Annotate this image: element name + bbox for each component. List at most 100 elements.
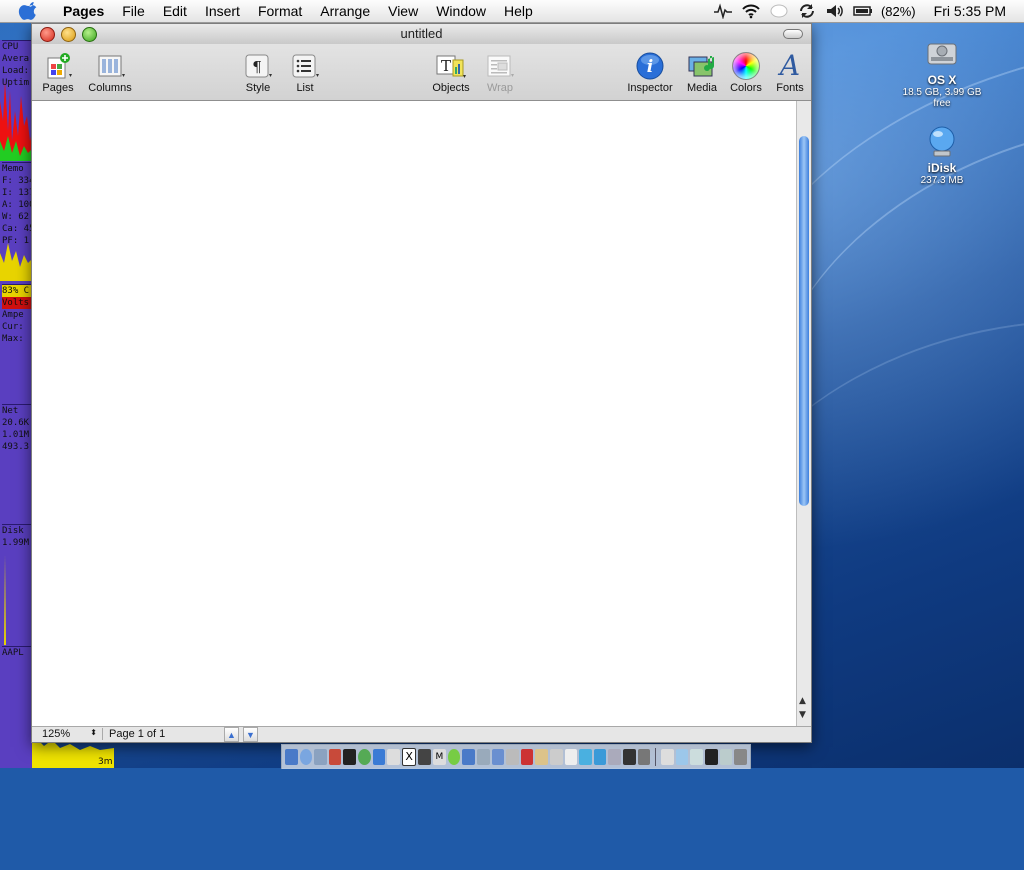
toolbar-pages-button[interactable]: Pages xyxy=(38,50,78,94)
dock-green-app-icon[interactable] xyxy=(447,749,461,765)
toolbar-media-button[interactable]: Media xyxy=(684,50,720,94)
toolbar-columns-button[interactable]: Columns xyxy=(82,50,138,94)
dock-text-edit-icon[interactable]: M xyxy=(433,749,446,765)
volume-icon[interactable] xyxy=(825,3,845,19)
dock: X M xyxy=(281,744,751,769)
dock-system-icon[interactable] xyxy=(506,749,519,765)
dock-utility-icon[interactable] xyxy=(476,749,490,765)
dock-x11-icon[interactable]: X xyxy=(401,748,417,766)
menu-view[interactable]: View xyxy=(379,3,427,19)
toolbar-toggle-button[interactable] xyxy=(783,29,803,39)
memory-monitor: Memo F: 334 I: 137 A: 100 W: 62 Ca: 45 P… xyxy=(0,162,32,281)
toolbar-style-button[interactable]: ¶ Style xyxy=(238,50,278,94)
scrollbar-thumb[interactable] xyxy=(799,136,809,506)
activity-icon[interactable] xyxy=(713,3,733,19)
aapl-period-label: 3m xyxy=(98,757,113,767)
dock-preview-icon[interactable] xyxy=(387,749,400,765)
dock-terminal-icon[interactable] xyxy=(343,749,357,765)
menu-extras: (82%) Fri 5:35 PM xyxy=(713,3,1024,19)
dock-aqua-app-icon[interactable] xyxy=(593,749,607,765)
dock-downloads-icon[interactable] xyxy=(719,749,733,765)
menu-file[interactable]: File xyxy=(113,3,154,19)
dock-trash-icon[interactable] xyxy=(734,749,747,765)
dock-calendar-icon[interactable] xyxy=(520,749,534,765)
info-icon: i xyxy=(636,52,664,80)
toolbar-objects-button[interactable]: T Objects xyxy=(428,50,474,94)
objects-icon: T xyxy=(436,55,466,78)
media-icon xyxy=(688,56,715,77)
dock-network-icon[interactable] xyxy=(579,749,592,765)
scroll-up-arrow[interactable]: ▲ xyxy=(799,696,806,706)
dock-mail-icon[interactable] xyxy=(314,749,327,765)
dock-itunes-icon[interactable] xyxy=(358,749,371,765)
color-wheel-icon xyxy=(732,52,760,80)
toolbar-list-button[interactable]: List xyxy=(285,50,325,94)
list-icon xyxy=(292,54,319,78)
dock-document-icon[interactable] xyxy=(564,749,578,765)
dock-console-icon[interactable] xyxy=(637,749,651,765)
status-bar: 125% ⬍ Page 1 of 1 ▲ ▼ xyxy=(32,726,811,742)
dock-app-icon[interactable] xyxy=(328,749,342,765)
dock-safari-icon[interactable] xyxy=(372,749,386,765)
scroll-down-arrow[interactable]: ▼ xyxy=(799,710,806,720)
dock-documents-icon[interactable] xyxy=(690,749,704,765)
dock-dark-app-icon[interactable] xyxy=(623,749,636,765)
next-page-button[interactable]: ▼ xyxy=(243,727,258,742)
dock-ichat-icon[interactable] xyxy=(462,749,475,765)
battery-monitor: 83% C Volts Ampe Cur: Max: xyxy=(2,284,32,405)
dock-home-folder-icon[interactable] xyxy=(661,749,674,765)
menu-arrange[interactable]: Arrange xyxy=(311,3,379,19)
svg-text:i: i xyxy=(647,57,653,77)
menu-window[interactable]: Window xyxy=(427,3,495,19)
toolbar-inspector-button[interactable]: i Inspector xyxy=(624,50,676,94)
desktop-icon-osx[interactable]: OS X 18.5 GB, 3.99 GB free xyxy=(902,38,982,109)
desktop-icon-idisk[interactable]: iDisk 237.3 MB xyxy=(902,124,982,186)
dock-dashboard-icon[interactable] xyxy=(299,749,313,765)
document-canvas[interactable] xyxy=(32,101,797,727)
page-indicator: Page 1 of 1 xyxy=(102,728,219,740)
menu-format[interactable]: Format xyxy=(249,3,311,19)
columns-icon xyxy=(98,55,125,77)
stock-monitor: AAPL xyxy=(2,646,32,768)
window-titlebar[interactable]: untitled xyxy=(32,24,811,44)
toolbar: Pages Columns ¶ Style List T Objects Wra… xyxy=(32,44,811,101)
wifi-icon[interactable] xyxy=(741,3,761,19)
toolbar-colors-button[interactable]: Colors xyxy=(728,50,764,94)
dock-pen-icon[interactable] xyxy=(608,749,622,765)
pages-icon xyxy=(47,53,72,79)
menu-app-pages[interactable]: Pages xyxy=(54,3,113,19)
svg-text:¶: ¶ xyxy=(252,58,262,76)
menu-edit[interactable]: Edit xyxy=(154,3,196,19)
menu-bar: Pages File Edit Insert Format Arrange Vi… xyxy=(0,0,1024,23)
hard-drive-icon xyxy=(927,43,957,65)
window-title: untitled xyxy=(400,26,443,41)
network-monitor: Net 20.6K 1.01M 493.3 xyxy=(2,404,32,523)
chat-bubble-icon[interactable] xyxy=(769,3,789,19)
vertical-scrollbar[interactable]: ▲ ▼ xyxy=(796,101,811,727)
disk-monitor: Disk 1.99M xyxy=(2,524,32,645)
dock-finder-icon[interactable] xyxy=(285,749,298,765)
system-monitor-strip: CPU Avera Load: Uptim Memo F: 334 I: 137… xyxy=(0,40,32,768)
previous-page-button[interactable]: ▲ xyxy=(224,727,239,742)
svg-text:T: T xyxy=(441,57,451,75)
menu-clock[interactable]: Fri 5:35 PM xyxy=(934,3,1006,19)
page-navigation: ▲ ▼ xyxy=(224,727,258,742)
dock-folder-icon[interactable] xyxy=(675,749,689,765)
apple-menu-icon[interactable] xyxy=(18,2,40,20)
dock-blue-app-icon[interactable] xyxy=(491,749,505,765)
battery-percent: (82%) xyxy=(880,3,916,19)
paragraph-style-icon: ¶ xyxy=(245,54,272,78)
menu-insert[interactable]: Insert xyxy=(196,3,249,19)
toolbar-wrap-button[interactable]: Wrap xyxy=(480,50,520,94)
dock-minimized-window-icon[interactable] xyxy=(705,749,718,765)
dock-preferences-icon[interactable] xyxy=(549,749,563,765)
wrap-icon xyxy=(487,55,514,77)
zoom-select[interactable]: 125% ⬍ xyxy=(42,728,97,740)
sync-icon[interactable] xyxy=(797,3,817,19)
battery-icon[interactable] xyxy=(853,3,873,19)
idisk-globe-icon xyxy=(929,126,955,157)
menu-help[interactable]: Help xyxy=(495,3,542,19)
toolbar-fonts-button[interactable]: A Fonts xyxy=(772,50,808,95)
dock-eye-icon[interactable] xyxy=(418,749,432,765)
dock-address-book-icon[interactable] xyxy=(535,749,548,765)
